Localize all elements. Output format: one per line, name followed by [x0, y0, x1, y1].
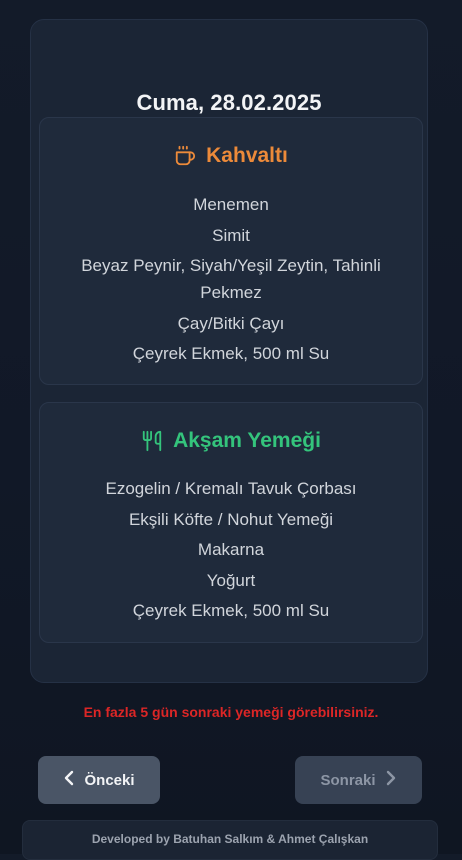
- menu-page: Cuma, 28.02.2025 Kahvaltı Menemen Simit: [0, 0, 462, 860]
- date-title: Cuma, 28.02.2025: [136, 90, 322, 115]
- breakfast-items: Menemen Simit Beyaz Peynir, Siyah/Yeşil …: [70, 191, 392, 371]
- list-item: Simit: [212, 225, 250, 245]
- list-item: Çeyrek Ekmek, 500 ml Su: [132, 344, 330, 363]
- list-item: Menemen: [193, 195, 269, 214]
- dinner-header: Akşam Yemeği: [40, 429, 422, 453]
- list-item: Beyaz Peynir, Siyah/Yeşil Zeytin, Tahinl…: [81, 256, 381, 302]
- breakfast-header: Kahvaltı: [40, 144, 422, 168]
- list-item: Çeyrek Ekmek, 500 ml Su: [132, 601, 330, 620]
- list-item: Ezogelin / Kremalı Tavuk Çorbası: [105, 479, 357, 498]
- next-button-label: Sonraki: [320, 771, 376, 789]
- chevron-right-icon: [383, 770, 397, 790]
- previous-button-label: Önceki: [84, 771, 135, 789]
- previous-day-button[interactable]: Önceki: [38, 756, 160, 804]
- dinner-title: Akşam Yemeği: [173, 429, 321, 452]
- next-day-button[interactable]: Sonraki: [295, 756, 422, 804]
- limit-notice: En fazla 5 gün sonraki yemeği görebilirs…: [83, 704, 379, 720]
- list-item: Makarna: [197, 540, 265, 559]
- list-item: Ekşili Köfte / Nohut Yemeği: [128, 509, 334, 529]
- breakfast-section: Kahvaltı Menemen Simit Beyaz Peynir, Siy…: [39, 117, 423, 385]
- footer: Developed by Batuhan Salkım & Ahmet Çalı…: [22, 820, 438, 860]
- breakfast-title: Kahvaltı: [206, 144, 288, 167]
- fork-knife-icon: [141, 430, 163, 452]
- list-item: Çay/Bitki Çayı: [177, 313, 285, 333]
- chevron-left-icon: [63, 770, 77, 790]
- dinner-items: Ezogelin / Kremalı Tavuk Çorbası Ekşili …: [70, 475, 392, 628]
- list-item: Yoğurt: [206, 570, 256, 590]
- daily-menu-card: Cuma, 28.02.2025 Kahvaltı Menemen Simit: [30, 19, 428, 683]
- coffee-cup-icon: [174, 145, 196, 167]
- footer-credits: Developed by Batuhan Salkım & Ahmet Çalı…: [91, 832, 369, 846]
- dinner-section: Akşam Yemeği Ezogelin / Kremalı Tavuk Ço…: [39, 402, 423, 643]
